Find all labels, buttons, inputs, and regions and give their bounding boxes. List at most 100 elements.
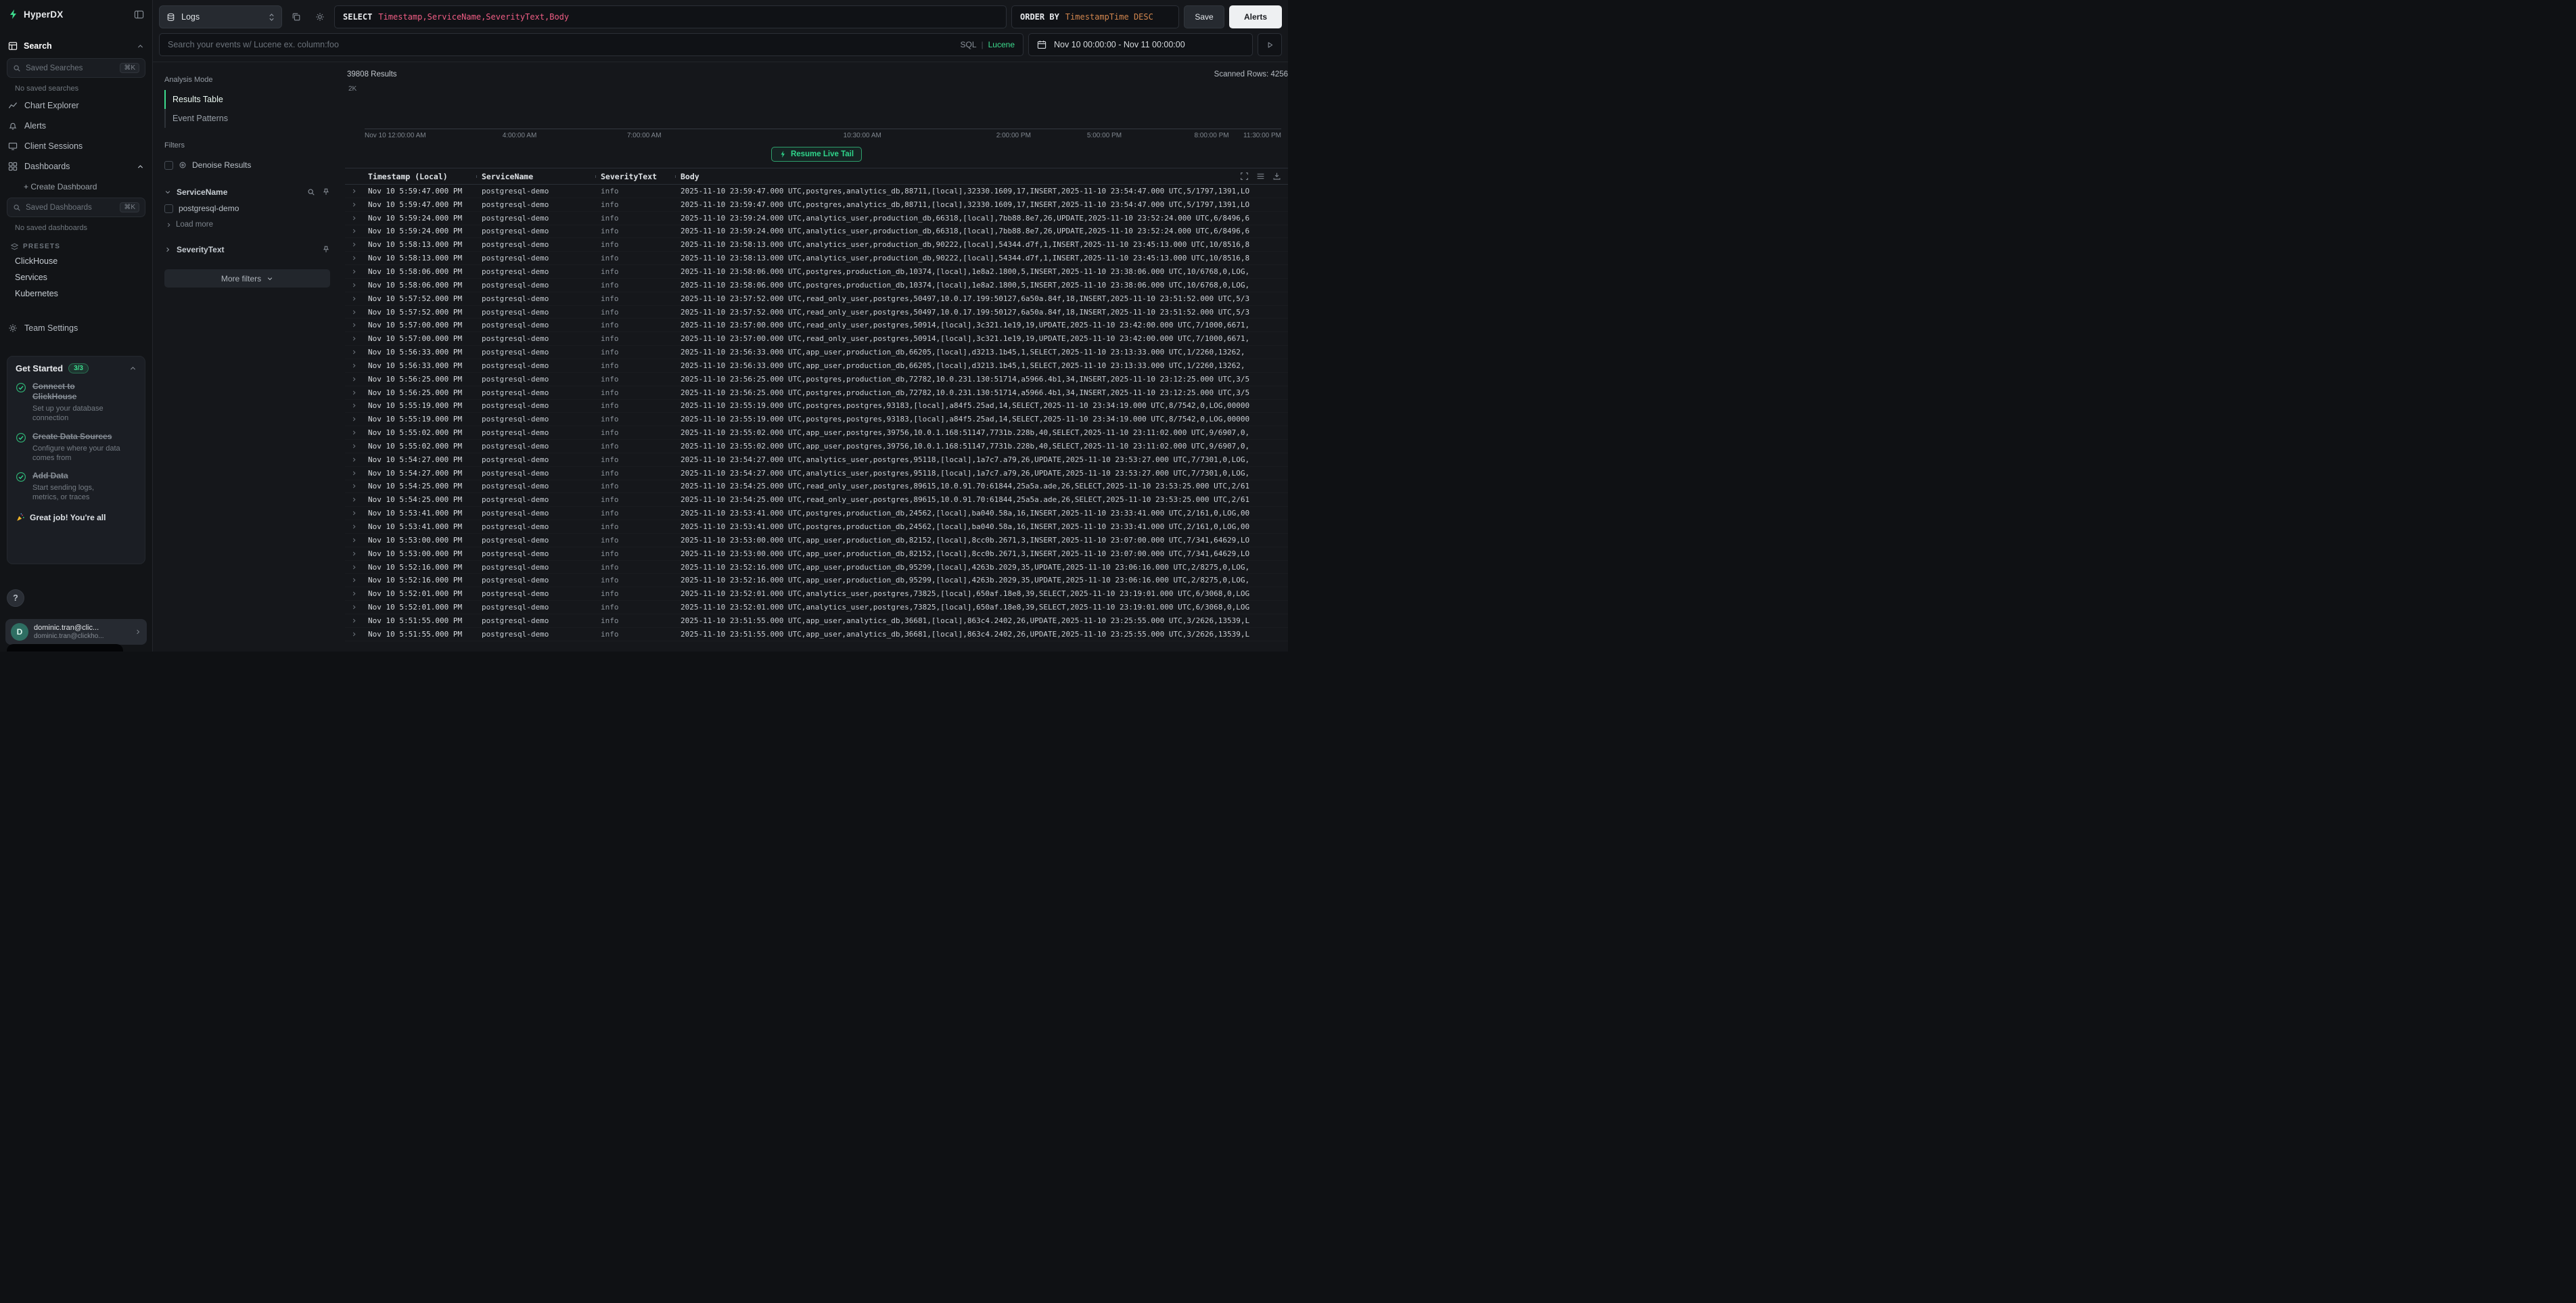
row-expand-chevron-icon[interactable]	[345, 564, 363, 570]
row-expand-chevron-icon[interactable]	[345, 604, 363, 610]
row-expand-chevron-icon[interactable]	[345, 255, 363, 261]
table-row[interactable]: Nov 10 5:55:19.000 PM postgresql-demo in…	[345, 413, 1288, 426]
get-started-step-add-data[interactable]: Add Data Start sending logs, metrics, or…	[16, 471, 137, 503]
help-button[interactable]: ?	[7, 589, 24, 607]
row-expand-chevron-icon[interactable]	[345, 228, 363, 234]
table-row[interactable]: Nov 10 5:58:06.000 PM postgresql-demo in…	[345, 265, 1288, 279]
row-expand-chevron-icon[interactable]	[345, 336, 363, 342]
pin-icon[interactable]	[322, 188, 330, 196]
row-expand-chevron-icon[interactable]	[345, 309, 363, 315]
source-select[interactable]: Logs	[159, 5, 282, 28]
row-expand-chevron-icon[interactable]	[345, 537, 363, 543]
sidebar-item-chart-explorer[interactable]: Chart Explorer	[0, 95, 152, 116]
sidebar-item-dashboards[interactable]: Dashboards	[0, 156, 152, 177]
source-columns-icon[interactable]	[287, 5, 306, 28]
mode-event-patterns[interactable]: Event Patterns	[164, 109, 330, 128]
table-row[interactable]: Nov 10 5:51:55.000 PM postgresql-demo in…	[345, 614, 1288, 628]
filter-search-icon[interactable]	[307, 188, 315, 196]
table-row[interactable]: Nov 10 5:58:13.000 PM postgresql-demo in…	[345, 238, 1288, 252]
sql-mode-option[interactable]: SQL	[960, 40, 976, 49]
table-row[interactable]: Nov 10 5:59:24.000 PM postgresql-demo in…	[345, 225, 1288, 239]
table-row[interactable]: Nov 10 5:52:16.000 PM postgresql-demo in…	[345, 561, 1288, 574]
table-row[interactable]: Nov 10 5:54:25.000 PM postgresql-demo in…	[345, 480, 1288, 494]
preset-kubernetes[interactable]: Kubernetes	[0, 285, 152, 302]
live-tail-play-button[interactable]	[1258, 33, 1282, 56]
row-expand-chevron-icon[interactable]	[345, 430, 363, 436]
table-row[interactable]: Nov 10 5:59:24.000 PM postgresql-demo in…	[345, 212, 1288, 225]
row-expand-chevron-icon[interactable]	[345, 390, 363, 396]
row-expand-chevron-icon[interactable]	[345, 349, 363, 355]
source-settings-gear-icon[interactable]	[310, 5, 329, 28]
table-row[interactable]: Nov 10 5:58:13.000 PM postgresql-demo in…	[345, 252, 1288, 265]
table-row[interactable]: Nov 10 5:53:00.000 PM postgresql-demo in…	[345, 534, 1288, 547]
load-more-button[interactable]: Load more	[164, 217, 330, 231]
row-expand-chevron-icon[interactable]	[345, 631, 363, 637]
more-filters-button[interactable]: More filters	[164, 269, 330, 288]
get-started-step-sources[interactable]: Create Data Sources Configure where your…	[16, 432, 137, 463]
table-row[interactable]: Nov 10 5:53:41.000 PM postgresql-demo in…	[345, 520, 1288, 534]
table-row[interactable]: Nov 10 5:57:52.000 PM postgresql-demo in…	[345, 292, 1288, 306]
row-expand-chevron-icon[interactable]	[345, 551, 363, 557]
sidebar-collapse-icon[interactable]	[134, 9, 144, 20]
row-expand-chevron-icon[interactable]	[345, 497, 363, 503]
row-expand-chevron-icon[interactable]	[345, 403, 363, 409]
table-row[interactable]: Nov 10 5:55:02.000 PM postgresql-demo in…	[345, 426, 1288, 440]
row-expand-chevron-icon[interactable]	[345, 577, 363, 583]
row-expand-chevron-icon[interactable]	[345, 470, 363, 476]
row-expand-chevron-icon[interactable]	[345, 376, 363, 382]
mode-results-table[interactable]: Results Table	[164, 90, 330, 109]
get-started-header[interactable]: Get Started 3/3	[16, 363, 137, 373]
table-row[interactable]: Nov 10 5:53:41.000 PM postgresql-demo in…	[345, 507, 1288, 520]
row-expand-chevron-icon[interactable]	[345, 443, 363, 449]
row-expand-chevron-icon[interactable]	[345, 618, 363, 624]
preset-clickhouse[interactable]: ClickHouse	[0, 253, 152, 269]
row-expand-chevron-icon[interactable]	[345, 524, 363, 530]
lucene-mode-option[interactable]: Lucene	[988, 40, 1015, 49]
denoise-checkbox[interactable]	[164, 161, 173, 170]
sidebar-item-alerts[interactable]: Alerts	[0, 116, 152, 136]
filter-group-servicename[interactable]: ServiceName	[164, 185, 330, 200]
table-row[interactable]: Nov 10 5:54:25.000 PM postgresql-demo in…	[345, 493, 1288, 507]
user-account-card[interactable]: D dominic.tran@clic... dominic.tran@clic…	[5, 619, 147, 645]
sidebar-item-search[interactable]: Search	[0, 36, 152, 56]
row-expand-chevron-icon[interactable]	[345, 416, 363, 422]
table-row[interactable]: Nov 10 5:59:47.000 PM postgresql-demo in…	[345, 185, 1288, 198]
table-row[interactable]: Nov 10 5:57:52.000 PM postgresql-demo in…	[345, 306, 1288, 319]
preset-services[interactable]: Services	[0, 269, 152, 285]
row-expand-chevron-icon[interactable]	[345, 242, 363, 248]
denoise-results-toggle[interactable]: Denoise Results	[164, 156, 330, 174]
table-row[interactable]: Nov 10 5:53:00.000 PM postgresql-demo in…	[345, 547, 1288, 561]
create-dashboard-button[interactable]: + Create Dashboard	[0, 177, 152, 196]
table-row[interactable]: Nov 10 5:57:00.000 PM postgresql-demo in…	[345, 319, 1288, 332]
row-expand-chevron-icon[interactable]	[345, 457, 363, 463]
row-expand-chevron-icon[interactable]	[345, 510, 363, 516]
query-language-toggle[interactable]: SQL | Lucene	[960, 40, 1015, 49]
sidebar-item-client-sessions[interactable]: Client Sessions	[0, 136, 152, 156]
save-button[interactable]: Save	[1184, 5, 1224, 28]
saved-searches-field[interactable]	[26, 64, 115, 72]
table-row[interactable]: Nov 10 5:56:25.000 PM postgresql-demo in…	[345, 373, 1288, 386]
row-expand-chevron-icon[interactable]	[345, 363, 363, 369]
sidebar-item-team-settings[interactable]: Team Settings	[0, 318, 152, 338]
table-row[interactable]: Nov 10 5:52:16.000 PM postgresql-demo in…	[345, 574, 1288, 587]
saved-searches-input[interactable]: ⌘K	[7, 58, 145, 78]
alerts-button[interactable]: Alerts	[1229, 5, 1282, 28]
saved-dashboards-field[interactable]	[26, 204, 115, 212]
table-row[interactable]: Nov 10 5:52:01.000 PM postgresql-demo in…	[345, 601, 1288, 614]
row-expand-chevron-icon[interactable]	[345, 215, 363, 221]
row-expand-chevron-icon[interactable]	[345, 188, 363, 194]
event-search-box[interactable]: SQL | Lucene	[159, 33, 1024, 56]
row-expand-chevron-icon[interactable]	[345, 591, 363, 597]
row-expand-chevron-icon[interactable]	[345, 296, 363, 302]
row-expand-chevron-icon[interactable]	[345, 322, 363, 328]
table-row[interactable]: Nov 10 5:59:47.000 PM postgresql-demo in…	[345, 198, 1288, 212]
table-row[interactable]: Nov 10 5:54:27.000 PM postgresql-demo in…	[345, 453, 1288, 467]
order-by-editor[interactable]: ORDER BY TimestampTime DESC	[1011, 5, 1179, 28]
table-row[interactable]: Nov 10 5:55:19.000 PM postgresql-demo in…	[345, 400, 1288, 413]
table-row[interactable]: Nov 10 5:56:33.000 PM postgresql-demo in…	[345, 346, 1288, 359]
table-row[interactable]: Nov 10 5:58:06.000 PM postgresql-demo in…	[345, 279, 1288, 292]
table-row[interactable]: Nov 10 5:55:02.000 PM postgresql-demo in…	[345, 440, 1288, 453]
table-row[interactable]: Nov 10 5:57:00.000 PM postgresql-demo in…	[345, 332, 1288, 346]
pin-icon[interactable]	[322, 246, 330, 254]
get-started-step-connect[interactable]: Connect to ClickHouse Set up your databa…	[16, 382, 137, 424]
